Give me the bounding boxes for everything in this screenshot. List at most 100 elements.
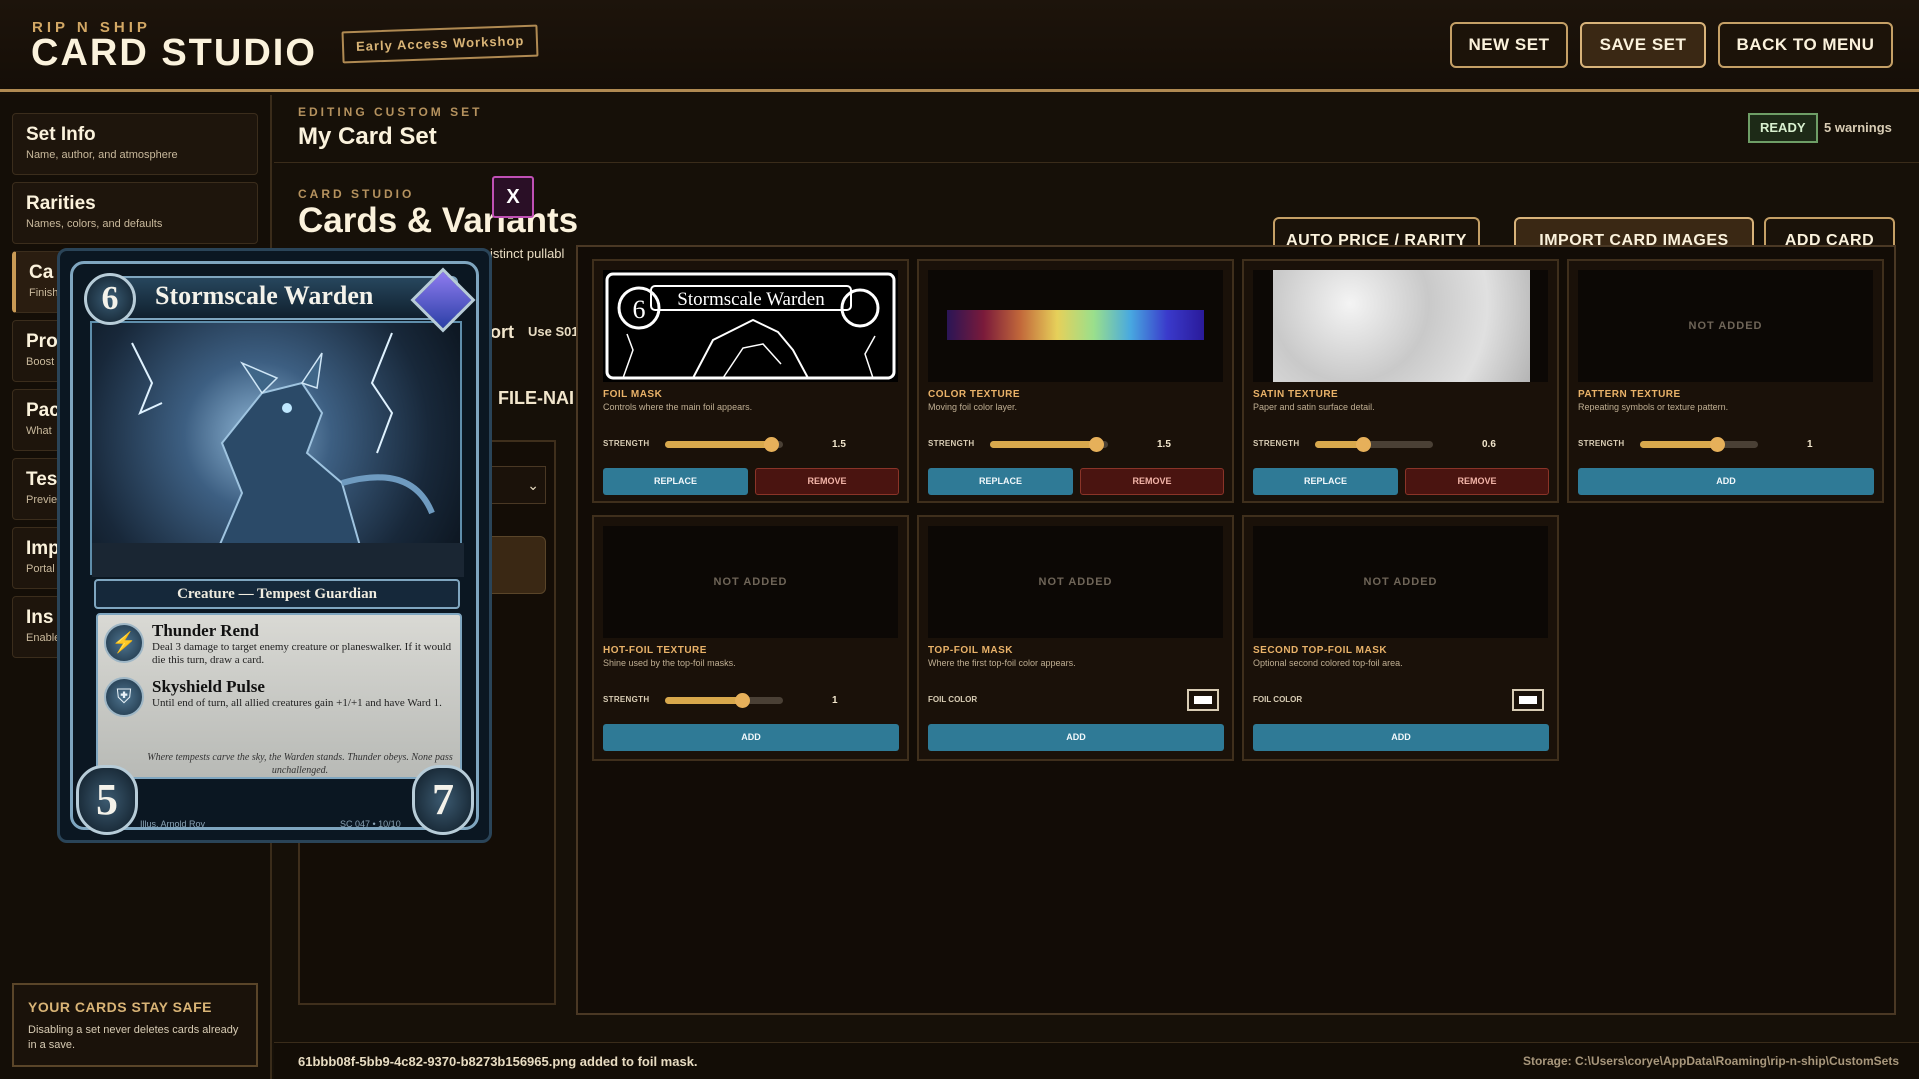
strength-label: STRENGTH — [1578, 439, 1625, 448]
chevron-down-icon: ⌄ — [527, 477, 539, 493]
layer-description: Shine used by the top-foil masks. — [603, 658, 736, 668]
add-button[interactable]: ADD — [928, 724, 1224, 751]
sidebar-item-label: Rarities — [26, 193, 96, 214]
hot-foil-preview: NOT ADDED — [603, 526, 898, 638]
pattern-texture-preview: NOT ADDED — [1578, 270, 1873, 382]
strength-slider[interactable] — [990, 437, 1108, 452]
obscured-hint: Use S01 — [528, 324, 579, 339]
card-toughness: 7 — [412, 765, 474, 835]
layer-description: Where the first top-foil color appears. — [928, 658, 1076, 668]
layer-title: TOP-FOIL MASK — [928, 645, 1014, 656]
editing-header: EDITING CUSTOM SET My Card Set READY 5 w… — [274, 95, 1919, 163]
layer-title: PATTERN TEXTURE — [1578, 389, 1681, 400]
sidebar-item-rarities[interactable]: Rarities Names, colors, and defaults — [12, 182, 258, 244]
page-title: Cards & Variants — [298, 201, 579, 240]
strength-slider[interactable] — [1315, 437, 1433, 452]
layer-description: Controls where the main foil appears. — [603, 402, 753, 412]
new-set-button[interactable]: NEW SET — [1450, 22, 1568, 68]
obscured-label: ort — [490, 322, 514, 342]
set-title: My Card Set — [298, 123, 437, 150]
warnings-count[interactable]: 5 warnings — [1824, 120, 1892, 135]
layer-title: SECOND TOP-FOIL MASK — [1253, 645, 1388, 656]
sidebar-item-set-info[interactable]: Set Info Name, author, and atmosphere — [12, 113, 258, 175]
sidebar-item-sub: Name, author, and atmosphere — [26, 149, 178, 161]
early-access-badge: Early Access Workshop — [341, 24, 539, 64]
foil-layers-panel: 6 Stormscale Warden FOIL MASK Controls w… — [576, 245, 1896, 1015]
ability-2-text: Until end of turn, all allied creatures … — [152, 697, 442, 709]
close-preview-button[interactable]: X — [492, 176, 534, 218]
sidebar-item-label: Set Info — [26, 124, 96, 145]
layer-description: Moving foil color layer. — [928, 402, 1018, 412]
strength-value: 1 — [1807, 439, 1813, 450]
foil-color-fill — [1519, 696, 1537, 704]
layer-tile-second-top-foil-mask: NOT ADDED SECOND TOP-FOIL MASK Optional … — [1242, 515, 1559, 761]
safe-notice-title: YOUR CARDS STAY SAFE — [28, 999, 212, 1015]
slider-handle[interactable] — [764, 437, 780, 452]
layer-title: HOT-FOIL TEXTURE — [603, 645, 707, 656]
add-button[interactable]: ADD — [1253, 724, 1549, 751]
save-set-button[interactable]: SAVE SET — [1580, 22, 1706, 68]
layer-tile-foil-mask: 6 Stormscale Warden FOIL MASK Controls w… — [592, 259, 909, 503]
editing-label: EDITING CUSTOM SET — [298, 105, 483, 119]
card-name: Stormscale Warden — [155, 281, 374, 310]
shield-icon: ⛨ — [104, 677, 144, 717]
layer-tile-satin-texture: SATIN TEXTURE Paper and satin surface de… — [1242, 259, 1559, 503]
slider-handle[interactable] — [1709, 437, 1725, 452]
foil-color-swatch[interactable] — [1187, 689, 1219, 711]
layer-description: Optional second colored top-foil area. — [1253, 658, 1403, 668]
back-to-menu-button[interactable]: BACK TO MENU — [1718, 22, 1893, 68]
add-button[interactable]: ADD — [1578, 468, 1874, 495]
strength-value: 1 — [832, 695, 838, 706]
foil-color-swatch[interactable] — [1512, 689, 1544, 711]
illustrator-credit: Illus. Arnold Roy — [140, 819, 206, 829]
layer-title: FOIL MASK — [603, 389, 663, 400]
lightning-icon: ⚡ — [104, 623, 144, 663]
strength-slider[interactable] — [665, 693, 783, 708]
status-bar: 61bbb08f-5bb9-4c82-9370-b8273b156965.png… — [274, 1042, 1919, 1079]
foil-mask-cost: 6 — [633, 295, 646, 324]
slider-handle[interactable] — [1356, 437, 1372, 452]
foil-mask-preview: 6 Stormscale Warden — [603, 270, 898, 382]
collector-number: SC 047 • 10/10 — [340, 819, 401, 829]
not-added-label: NOT ADDED — [713, 576, 788, 588]
layer-title: COLOR TEXTURE — [928, 389, 1021, 400]
strength-label: STRENGTH — [1253, 439, 1300, 448]
satin-texture-preview — [1253, 270, 1548, 382]
foil-color-label: FOIL COLOR — [1253, 695, 1303, 704]
top-foil-preview: NOT ADDED — [928, 526, 1223, 638]
replace-button[interactable]: REPLACE — [928, 468, 1073, 495]
strength-slider[interactable] — [665, 437, 783, 452]
remove-button[interactable]: REMOVE — [755, 468, 899, 495]
strength-slider[interactable] — [1640, 437, 1758, 452]
slider-fill — [665, 441, 772, 448]
slider-handle[interactable] — [734, 693, 750, 708]
studio-label: CARD STUDIO — [298, 187, 415, 201]
obscured-heading: FILE-NAI — [498, 388, 574, 408]
strength-value: 1.5 — [1157, 439, 1171, 450]
slider-handle[interactable] — [1089, 437, 1105, 452]
satin-swatch — [1273, 270, 1530, 382]
flavor-text: Where tempests carve the sky, the Warden… — [147, 752, 453, 776]
remove-button[interactable]: REMOVE — [1080, 468, 1224, 495]
strength-value: 0.6 — [1482, 439, 1496, 450]
strength-label: STRENGTH — [928, 439, 975, 448]
slider-fill — [1640, 441, 1717, 448]
layer-description: Repeating symbols or texture pattern. — [1578, 402, 1729, 412]
ability-1-text: Deal 3 damage to target enemy creature o… — [152, 641, 452, 666]
card-preview[interactable]: Stormscale Warden 6 Creature — Tempest G… — [57, 248, 492, 843]
color-texture-preview — [928, 270, 1223, 382]
strength-label: STRENGTH — [603, 439, 650, 448]
storage-path: Storage: C:\Users\corye\AppData\Roaming\… — [1522, 1054, 1899, 1068]
safe-notice-text: Disabling a set never deletes cards alre… — [28, 1024, 239, 1051]
ready-status-badge: READY — [1748, 113, 1818, 143]
status-message: 61bbb08f-5bb9-4c82-9370-b8273b156965.png… — [298, 1054, 698, 1069]
ability-1-title: Thunder Rend — [152, 621, 259, 640]
card-power: 5 — [76, 765, 138, 835]
layer-tile-pattern-texture: NOT ADDED PATTERN TEXTURE Repeating symb… — [1567, 259, 1884, 503]
add-button[interactable]: ADD — [603, 724, 899, 751]
card-cost: 6 — [84, 273, 136, 325]
replace-button[interactable]: REPLACE — [603, 468, 748, 495]
second-top-foil-preview: NOT ADDED — [1253, 526, 1548, 638]
replace-button[interactable]: REPLACE — [1253, 468, 1398, 495]
remove-button[interactable]: REMOVE — [1405, 468, 1549, 495]
